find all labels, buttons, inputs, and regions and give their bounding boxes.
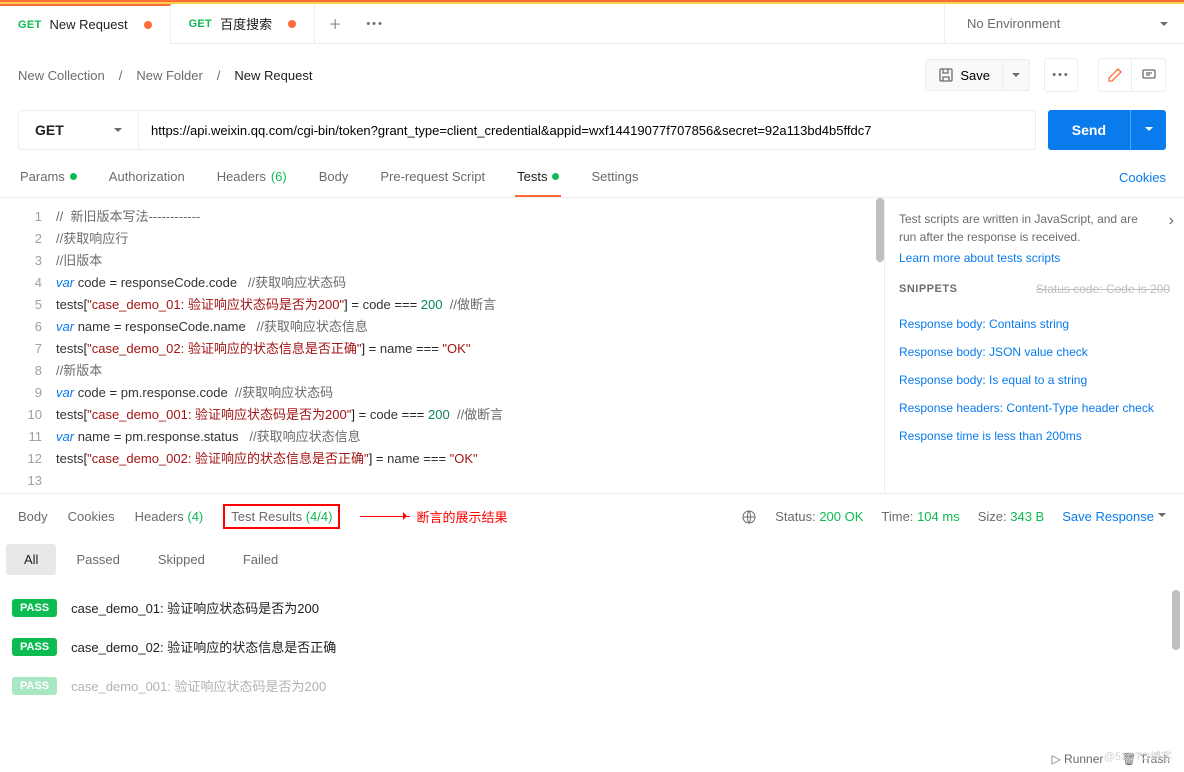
tab-params[interactable]: Params <box>18 158 79 197</box>
snippet-item[interactable]: Response body: Is equal to a string <box>899 373 1170 387</box>
resp-tab-headers[interactable]: Headers (4) <box>135 509 204 524</box>
tab-body[interactable]: Body <box>317 158 351 197</box>
environment-label: No Environment <box>967 16 1060 31</box>
breadcrumb-current: New Request <box>234 68 312 83</box>
pass-badge: PASS <box>12 638 57 656</box>
dot-icon <box>70 173 77 180</box>
snippet-item[interactable]: Response body: JSON value check <box>899 345 1170 359</box>
status-label: Status: 200 OK <box>775 509 863 524</box>
method-label: GET <box>18 19 42 31</box>
send-button[interactable]: Send <box>1048 110 1130 150</box>
scrollbar[interactable] <box>1172 590 1180 650</box>
url-input[interactable] <box>138 110 1036 150</box>
scrollbar[interactable] <box>876 198 884 262</box>
pass-badge: PASS <box>12 677 57 695</box>
comment-icon <box>1141 67 1157 83</box>
edit-button[interactable] <box>1098 58 1132 92</box>
tab-settings[interactable]: Settings <box>589 158 640 197</box>
pencil-icon <box>1107 67 1123 83</box>
request-row: GET Send <box>0 102 1184 158</box>
save-response-button[interactable]: Save Response <box>1062 509 1166 524</box>
new-tab-button[interactable]: ＋ <box>315 14 355 33</box>
tab-new-request[interactable]: GET New Request <box>0 4 171 44</box>
test-result-row: PASS case_demo_02: 验证响应的状态信息是否正确 <box>0 627 1184 666</box>
request-header: New Collection / New Folder / New Reques… <box>0 44 1184 102</box>
tab-baidu[interactable]: GET 百度搜索 <box>171 4 316 44</box>
watermark: @51CTO博客 <box>1104 748 1172 764</box>
snippets-panel: › Test scripts are written in JavaScript… <box>884 198 1184 493</box>
annotation: 断言的展示结果 <box>360 507 507 526</box>
filter-failed[interactable]: Failed <box>225 544 296 575</box>
method-value: GET <box>35 122 64 138</box>
more-actions-button[interactable] <box>1044 58 1078 92</box>
comment-button[interactable] <box>1132 58 1166 92</box>
send-dropdown[interactable] <box>1130 110 1166 150</box>
dot-icon <box>552 173 559 180</box>
breadcrumb-collection[interactable]: New Collection <box>18 68 105 83</box>
size-label: Size: 343 B <box>978 509 1045 524</box>
save-icon <box>938 67 954 83</box>
snippet-item[interactable]: Response headers: Content-Type header ch… <box>899 401 1170 415</box>
learn-more-link[interactable]: Learn more about tests scripts <box>899 251 1170 265</box>
arrow-icon <box>360 516 410 517</box>
test-result-row: PASS case_demo_01: 验证响应状态码是否为200 <box>0 588 1184 627</box>
time-label: Time: 104 ms <box>881 509 959 524</box>
pass-badge: PASS <box>12 599 57 617</box>
method-selector[interactable]: GET <box>18 110 138 150</box>
environment-selector[interactable]: No Environment <box>944 4 1184 44</box>
result-filter: All Passed Skipped Failed <box>0 539 1184 580</box>
test-results-list: PASS case_demo_01: 验证响应状态码是否为200 PASS ca… <box>0 580 1184 713</box>
tab-title: 百度搜索 <box>220 14 272 33</box>
filter-skipped[interactable]: Skipped <box>140 544 223 575</box>
globe-icon[interactable] <box>741 509 757 525</box>
tabs-row: GET New Request GET 百度搜索 ＋ No Environmen… <box>0 4 1184 44</box>
response-tabs: Body Cookies Headers (4) Test Results (4… <box>0 493 1184 539</box>
tab-title: New Request <box>50 17 128 32</box>
save-split-button: Save <box>925 59 1030 91</box>
result-text: case_demo_01: 验证响应状态码是否为200 <box>71 598 319 617</box>
dirty-dot-icon <box>288 20 296 28</box>
test-result-row: PASS case_demo_001: 验证响应状态码是否为200 <box>0 666 1184 705</box>
request-tabs: Params Authorization Headers (6) Body Pr… <box>0 158 1184 198</box>
tab-prerequest[interactable]: Pre-request Script <box>378 158 487 197</box>
save-button[interactable]: Save <box>925 59 1003 91</box>
line-gutter: 12345678910111213 <box>0 198 56 493</box>
filter-all[interactable]: All <box>6 544 56 575</box>
chevron-right-icon[interactable]: › <box>1169 212 1174 230</box>
resp-tab-cookies[interactable]: Cookies <box>68 509 115 524</box>
breadcrumb-folder[interactable]: New Folder <box>136 68 202 83</box>
result-text: case_demo_001: 验证响应状态码是否为200 <box>71 676 326 695</box>
result-text: case_demo_02: 验证响应的状态信息是否正确 <box>71 637 336 656</box>
cookies-link[interactable]: Cookies <box>1119 159 1166 196</box>
save-label: Save <box>960 68 990 83</box>
breadcrumb-sep: / <box>217 68 221 83</box>
code-content: // 新旧版本写法------------ //获取响应行 //旧版本 var … <box>56 198 884 493</box>
filter-passed[interactable]: Passed <box>58 544 137 575</box>
breadcrumb-sep: / <box>119 68 123 83</box>
snippet-item[interactable]: Response body: Contains string <box>899 317 1170 331</box>
tests-help-text: Test scripts are written in JavaScript, … <box>899 210 1170 246</box>
resp-tab-body[interactable]: Body <box>18 509 48 524</box>
resp-tab-test-results[interactable]: Test Results (4/4) <box>223 504 340 529</box>
tab-tests[interactable]: Tests <box>515 158 561 197</box>
method-label: GET <box>189 18 213 30</box>
runner-button[interactable]: ▷ Runner <box>1051 752 1103 766</box>
save-dropdown[interactable] <box>1003 59 1030 91</box>
snippet-hidden: Status code: Code is 200 <box>1036 282 1170 296</box>
tests-editor[interactable]: 12345678910111213 // 新旧版本写法------------ … <box>0 198 884 493</box>
tab-overflow-button[interactable] <box>355 18 395 30</box>
tab-authorization[interactable]: Authorization <box>107 158 187 197</box>
tab-headers[interactable]: Headers (6) <box>215 158 289 197</box>
snippet-item[interactable]: Response time is less than 200ms <box>899 429 1170 443</box>
dirty-dot-icon <box>144 21 152 29</box>
